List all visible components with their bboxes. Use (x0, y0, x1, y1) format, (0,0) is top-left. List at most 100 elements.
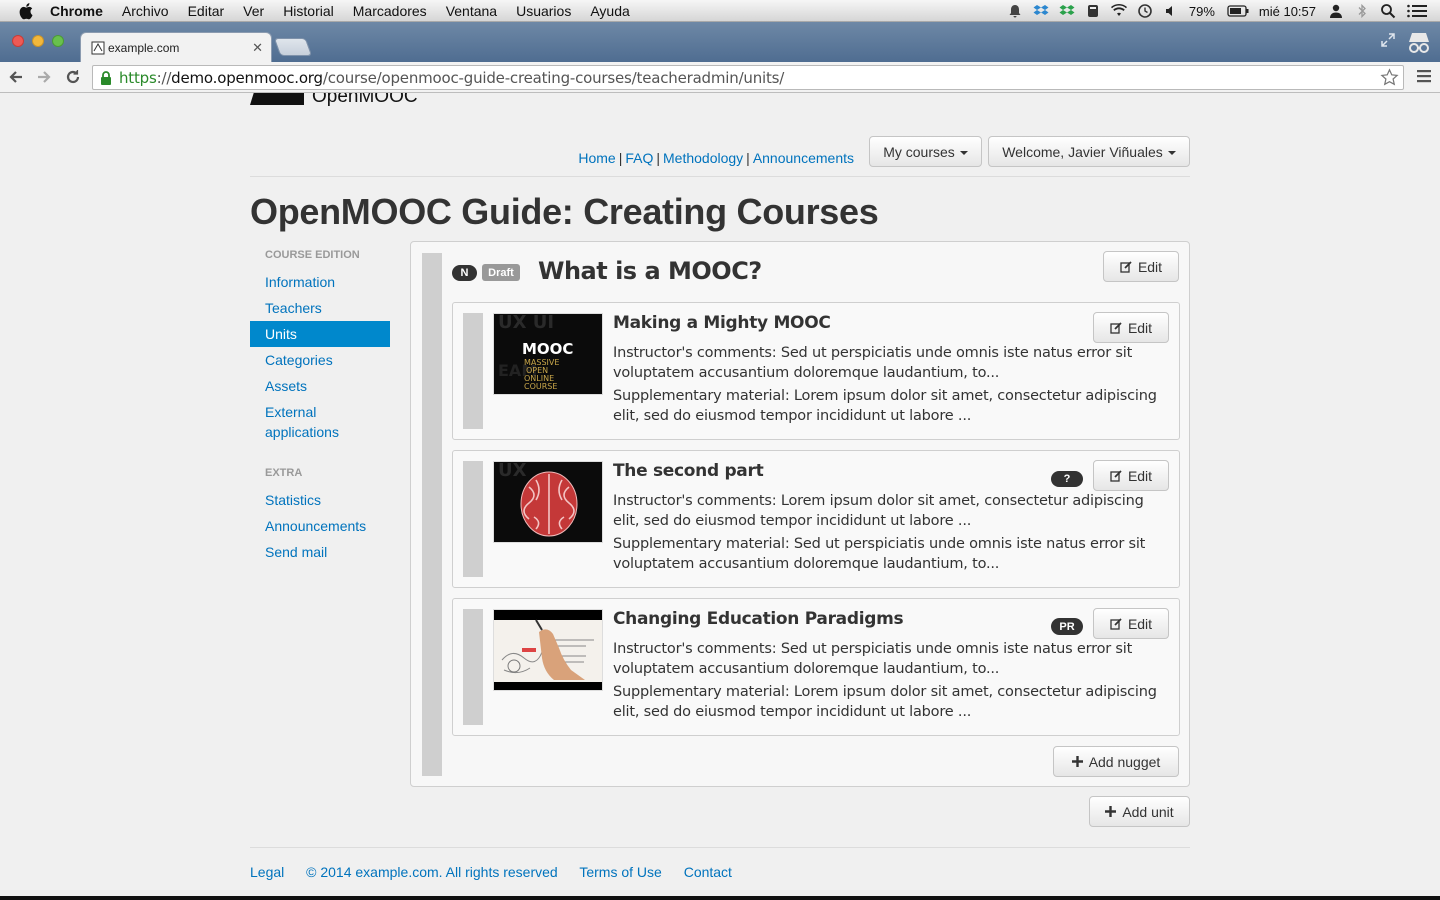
notification-center-icon[interactable] (1406, 3, 1428, 19)
browser-tabstrip: example.com ✕ (0, 22, 1440, 62)
page-content: OpenMOOC Home | FAQ | Methodology | Announceme… (0, 93, 1440, 900)
bluetooth-icon[interactable] (1354, 3, 1370, 19)
instructor-comments: Instructor's comments: Sed ut perspiciat… (613, 345, 1133, 381)
close-window-icon[interactable] (12, 35, 24, 47)
battery-percent: 79% (1188, 3, 1215, 19)
browser-toolbar: https://demo.openmooc.org/course/openmoo… (0, 62, 1440, 93)
nav-methodology-link[interactable]: Methodology (663, 150, 743, 166)
sidebar-item-units[interactable]: Units (250, 321, 390, 347)
minimize-window-icon[interactable] (32, 35, 44, 47)
page-title: OpenMOOC Guide: Creating Courses (250, 191, 879, 232)
sidebar: COURSE EDITION Information Teachers Unit… (250, 241, 390, 565)
header-divider (250, 176, 1190, 177)
menu-ayuda[interactable]: Ayuda (590, 3, 629, 19)
nugget-title[interactable]: Changing Education Paradigms (613, 609, 904, 629)
nugget-thumbnail[interactable] (493, 609, 603, 691)
menu-historial[interactable]: Historial (283, 3, 334, 19)
nav-separator: | (656, 150, 660, 166)
nugget-drag-handle[interactable] (463, 609, 483, 725)
add-nugget-label: Add nugget (1088, 753, 1161, 770)
time-machine-icon[interactable] (1137, 3, 1153, 19)
nugget-drag-handle[interactable] (463, 461, 483, 577)
dropbox-icon[interactable] (1033, 3, 1049, 19)
new-tab-button[interactable] (273, 38, 313, 56)
menu-archivo[interactable]: Archivo (122, 3, 169, 19)
draft-badge: Draft (482, 264, 520, 281)
back-arrow-icon[interactable] (6, 67, 26, 87)
sidebar-item-statistics[interactable]: Statistics (250, 487, 390, 513)
footer-contact-link[interactable]: Contact (684, 864, 732, 880)
volume-icon[interactable] (1163, 3, 1179, 19)
sidebar-item-assets[interactable]: Assets (250, 373, 390, 399)
nugget-edit-button[interactable]: Edit (1093, 460, 1169, 491)
apple-icon[interactable] (18, 2, 36, 20)
unit-drag-handle[interactable] (422, 253, 442, 776)
footer-terms-link[interactable]: Terms of Use (579, 864, 661, 880)
close-tab-icon[interactable]: ✕ (252, 40, 263, 56)
nugget-thumbnail[interactable]: UX (493, 461, 603, 543)
address-bar[interactable]: https://demo.openmooc.org/course/openmoo… (92, 65, 1404, 90)
nugget-edit-button[interactable]: Edit (1093, 312, 1169, 343)
nav-home-link[interactable]: Home (578, 150, 615, 166)
caret-down-icon (959, 150, 968, 155)
whiteboard-thumbnail-image (494, 610, 602, 690)
footer: Legal © 2014 example.com. All rights res… (250, 864, 750, 880)
sidebar-item-teachers[interactable]: Teachers (250, 295, 390, 321)
chrome-menu-icon[interactable] (1417, 69, 1431, 83)
zoom-window-icon[interactable] (52, 35, 64, 47)
wifi-icon[interactable] (1110, 3, 1127, 19)
edit-label: Edit (1127, 615, 1153, 632)
nav-announcements-link[interactable]: Announcements (753, 150, 854, 166)
reload-icon[interactable] (63, 67, 83, 87)
instructor-comments: Instructor's comments: Lorem ipsum dolor… (613, 493, 1144, 529)
sidebar-item-information[interactable]: Information (250, 269, 390, 295)
site-logo[interactable]: OpenMOOC (250, 93, 418, 106)
edit-label: Edit (1137, 258, 1163, 275)
incognito-icon (1409, 33, 1429, 53)
browser-tab[interactable]: example.com ✕ (80, 32, 272, 62)
add-unit-button[interactable]: Add unit (1089, 796, 1190, 827)
nugget-thumbnail[interactable]: UX UI EAM MOOC MASSIVE OPEN ONLINE COURS… (493, 313, 603, 395)
thumb-mooc-text: MOOC (522, 340, 573, 358)
footer-copyright-link[interactable]: © 2014 example.com. All rights reserved (306, 864, 558, 880)
sync-icon[interactable] (1059, 3, 1075, 19)
footer-legal-link[interactable]: Legal (250, 864, 284, 880)
nugget-title[interactable]: Making a Mighty MOOC (613, 313, 831, 333)
sidebar-item-external-applications[interactable]: External applications (250, 399, 390, 445)
bookmark-star-icon[interactable] (1380, 68, 1399, 87)
bell-icon[interactable] (1007, 3, 1023, 19)
sidebar-item-announcements[interactable]: Announcements (250, 513, 390, 539)
user-icon[interactable] (1328, 3, 1344, 19)
nugget-title[interactable]: The second part (613, 461, 764, 481)
nav-faq-link[interactable]: FAQ (625, 150, 653, 166)
menu-editar[interactable]: Editar (188, 3, 225, 19)
forward-arrow-icon[interactable] (34, 67, 54, 87)
nugget-card: UX UI EAM MOOC MASSIVE OPEN ONLINE COURS… (452, 302, 1180, 440)
menu-ver[interactable]: Ver (243, 3, 264, 19)
edit-icon (1110, 469, 1122, 482)
battery-icon[interactable] (1227, 3, 1249, 19)
add-nugget-button[interactable]: Add nugget (1053, 746, 1179, 777)
menu-marcadores[interactable]: Marcadores (353, 3, 427, 19)
nugget-drag-handle[interactable] (463, 313, 483, 429)
menubar-clock[interactable]: mié 10:57 (1259, 4, 1316, 19)
menu-ventana[interactable]: Ventana (446, 3, 497, 19)
ssl-lock-icon[interactable] (99, 70, 113, 86)
menu-usuarios[interactable]: Usuarios (516, 3, 571, 19)
nugget-edit-button[interactable]: Edit (1093, 608, 1169, 639)
instructor-comments: Instructor's comments: Sed ut perspiciat… (613, 641, 1133, 677)
sidebar-item-send-mail[interactable]: Send mail (250, 539, 390, 565)
page-favicon-icon (91, 41, 105, 54)
spotlight-search-icon[interactable] (1380, 3, 1396, 19)
evernote-icon[interactable] (1085, 3, 1101, 19)
edit-label: Edit (1127, 467, 1153, 484)
sidebar-item-categories[interactable]: Categories (250, 347, 390, 373)
unit-edit-button[interactable]: Edit (1103, 251, 1179, 282)
url-path: /course/openmooc-guide-creating-courses/… (322, 68, 785, 87)
brain-thumbnail-image: UX (494, 462, 602, 542)
plus-icon (1105, 806, 1117, 817)
my-courses-dropdown[interactable]: My courses (869, 136, 982, 167)
fullscreen-icon[interactable] (1380, 32, 1396, 48)
menu-app-chrome[interactable]: Chrome (50, 3, 103, 19)
user-menu-dropdown[interactable]: Welcome, Javier Viñuales (988, 136, 1190, 167)
